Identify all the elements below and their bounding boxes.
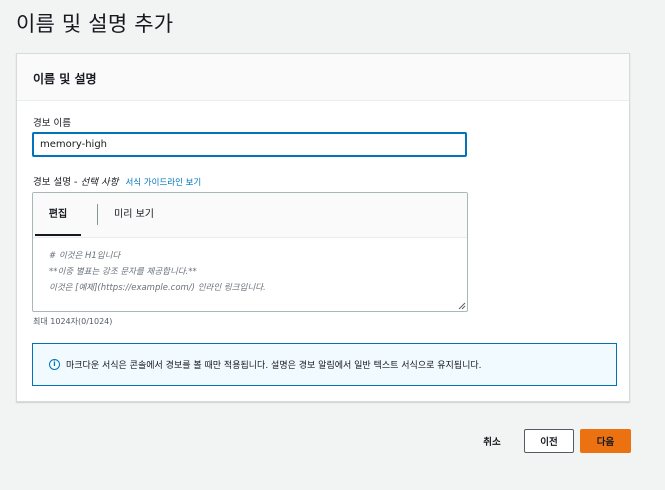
card-header-title: 이름 및 설명 — [33, 72, 97, 86]
description-editor: 편집 미리 보기 # 이것은 H1입니다 **이중 별표는 강조 문자를 제공합… — [32, 192, 468, 312]
previous-button[interactable]: 이전 — [524, 429, 574, 453]
placeholder-line: **이중 별표는 강조 문자를 제공합니다.** — [49, 267, 197, 277]
page: 이름 및 설명 추가 이름 및 설명 경보 이름 경보 설명 - 선택 사항 서… — [0, 0, 665, 490]
description-optional: 선택 사항 — [80, 177, 119, 188]
page-title: 이름 및 설명 추가 — [16, 12, 174, 36]
placeholder-line: 이것은 [예제](https://example.com/) 인라인 링크입니다… — [49, 283, 266, 293]
formatting-guide-link[interactable]: 서식 가이드라인 보기 — [125, 178, 201, 188]
tab-edit[interactable]: 편집 — [35, 193, 81, 236]
placeholder-line: # 이것은 H1입니다 — [49, 251, 121, 261]
description-label-row: 경보 설명 - 선택 사항 서식 가이드라인 보기 — [33, 174, 201, 188]
info-icon: i — [49, 359, 60, 370]
info-alert: i 마크다운 서식은 콘솔에서 경보를 볼 때만 적용됩니다. 설명은 경보 알… — [32, 343, 617, 386]
next-button[interactable]: 다음 — [580, 429, 631, 453]
alarm-name-input[interactable] — [32, 132, 467, 157]
tab-preview[interactable]: 미리 보기 — [107, 193, 161, 236]
card-header: 이름 및 설명 — [17, 54, 629, 101]
description-label: 경보 설명 — [33, 177, 71, 188]
character-count: 최대 1024자(0/1024) — [33, 317, 113, 326]
cancel-button[interactable]: 취소 — [472, 429, 512, 453]
alarm-name-label: 경보 이름 — [33, 118, 71, 129]
description-textarea[interactable]: # 이것은 H1입니다 **이중 별표는 강조 문자를 제공합니다.** 이것은… — [33, 238, 467, 311]
editor-tabs: 편집 미리 보기 — [33, 193, 467, 238]
tab-divider — [97, 204, 98, 225]
name-description-card: 이름 및 설명 경보 이름 경보 설명 - 선택 사항 서식 가이드라인 보기 … — [16, 53, 630, 402]
info-text: 마크다운 서식은 콘솔에서 경보를 볼 때만 적용됩니다. 설명은 경보 알림에… — [66, 361, 482, 371]
resize-handle-icon[interactable] — [458, 302, 466, 310]
